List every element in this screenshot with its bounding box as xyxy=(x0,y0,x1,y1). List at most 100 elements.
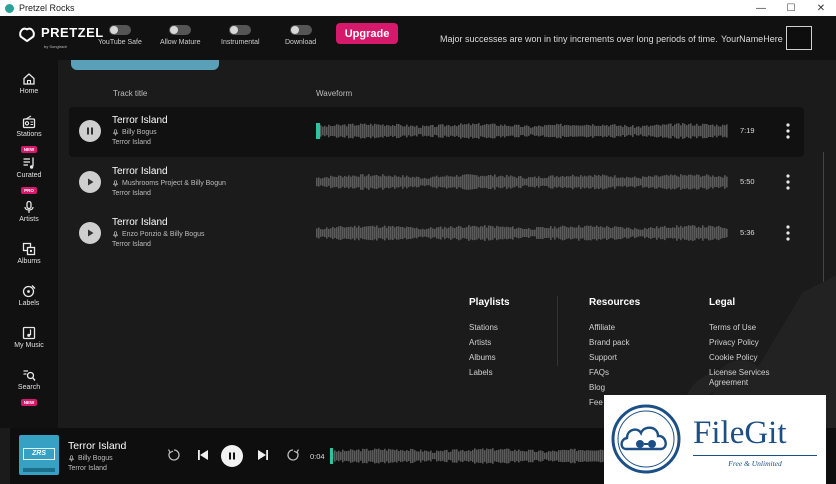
track-title[interactable]: Terror Island xyxy=(112,217,168,228)
track-artist-name[interactable]: Mushrooms Project & Billy Bogun xyxy=(122,180,226,187)
toggle-switch[interactable] xyxy=(108,25,131,35)
footer-link[interactable]: Agreement xyxy=(709,378,769,387)
track-waveform[interactable] xyxy=(316,123,729,139)
track-artist-name[interactable]: Enzo Ponzio & Billy Bogus xyxy=(122,231,205,238)
track-title[interactable]: Terror Island xyxy=(112,166,168,177)
footer-link[interactable]: License Services xyxy=(709,368,769,377)
sidebar-item-stations[interactable]: Stations NEW xyxy=(10,115,48,156)
player-waveform[interactable] xyxy=(330,448,620,464)
now-playing-artist[interactable]: Billy Bogus xyxy=(68,455,113,462)
track-artist[interactable]: Mushrooms Project & Billy Bogun xyxy=(112,180,226,187)
footer-link[interactable]: Stations xyxy=(469,323,510,332)
footer-link[interactable]: Affiliate xyxy=(589,323,640,332)
sidebar-item-label: My Music xyxy=(14,342,44,349)
more-options-icon[interactable] xyxy=(785,173,791,191)
upgrade-button[interactable]: Upgrade xyxy=(336,23,398,44)
toggle-switch[interactable] xyxy=(289,25,312,35)
track-duration: 7:19 xyxy=(740,126,755,135)
player-pause-button[interactable] xyxy=(221,445,243,467)
app-window: Pretzel Rocks — ☐ ✕ PRETZEL by Songtradr… xyxy=(0,0,836,484)
track-artist[interactable]: Enzo Ponzio & Billy Bogus xyxy=(112,231,205,238)
sidebar-item-albums[interactable]: Albums xyxy=(10,242,48,265)
track-play-button[interactable] xyxy=(79,222,101,244)
track-waveform[interactable] xyxy=(316,174,729,190)
now-playing-title[interactable]: Terror Island xyxy=(68,440,126,452)
play-icon xyxy=(88,229,94,237)
footer-link[interactable]: Labels xyxy=(469,368,510,377)
track-album[interactable]: Terror Island xyxy=(112,190,151,197)
track-album[interactable]: Terror Island xyxy=(112,241,151,248)
toggle-instrumental[interactable]: Instrumental xyxy=(221,25,260,46)
toggle-switch[interactable] xyxy=(169,25,192,35)
sidebar-item-label: Curated xyxy=(16,172,42,179)
pause-icon xyxy=(229,452,235,460)
music-note-icon xyxy=(22,326,36,340)
toggle-switch[interactable] xyxy=(229,25,252,35)
previous-track-icon[interactable] xyxy=(196,448,210,462)
mic-icon xyxy=(113,129,118,136)
next-track-icon[interactable] xyxy=(256,448,270,462)
track-play-button[interactable] xyxy=(79,171,101,193)
toggle-allow-mature[interactable]: Allow Mature xyxy=(160,25,200,46)
sidebar-item-artists[interactable]: Artists xyxy=(10,200,48,223)
app-logo-icon xyxy=(5,3,14,13)
column-header-waveform: Waveform xyxy=(316,89,353,98)
track-album[interactable]: Terror Island xyxy=(112,139,151,146)
sidebar-item-curated[interactable]: Curated PRO xyxy=(10,156,48,197)
username[interactable]: YourNameHere xyxy=(721,34,783,44)
footer-link[interactable]: FAQs xyxy=(589,368,640,377)
footer-link[interactable]: Brand pack xyxy=(589,338,640,347)
track-waveform[interactable] xyxy=(316,225,729,241)
toggle-download[interactable]: Download xyxy=(285,25,316,46)
minimize-button[interactable]: — xyxy=(746,0,776,16)
sidebar-item-label: Albums xyxy=(17,258,41,265)
footer-divider xyxy=(557,296,558,366)
footer-link[interactable]: Support xyxy=(589,353,640,362)
new-badge: NEW xyxy=(20,399,38,406)
close-button[interactable]: ✕ xyxy=(806,0,836,16)
track-pause-button[interactable] xyxy=(79,120,101,142)
track-row[interactable]: Terror Island Mushrooms Project & Billy … xyxy=(69,158,804,208)
radio-icon xyxy=(22,115,36,129)
main-content: Track title Waveform Terror Island Billy… xyxy=(58,60,836,428)
sidebar-item-labels[interactable]: Labels xyxy=(10,284,48,307)
track-row[interactable]: Terror Island Enzo Ponzio & Billy Bogus … xyxy=(69,209,804,259)
toggle-label: Allow Mature xyxy=(160,39,201,46)
footer-link[interactable]: Privacy Policy xyxy=(709,338,769,347)
mic-icon xyxy=(113,231,118,238)
maximize-button[interactable]: ☐ xyxy=(776,0,806,16)
now-playing-artist-name[interactable]: Billy Bogus xyxy=(78,455,113,462)
label-icon xyxy=(22,285,36,298)
toggle-youtube-safe[interactable]: YouTube Safe xyxy=(98,25,142,46)
filegit-divider xyxy=(693,455,817,456)
track-artist[interactable]: Billy Bogus xyxy=(112,129,157,136)
sidebar-item-home[interactable]: Home xyxy=(10,72,48,95)
avatar[interactable] xyxy=(786,26,812,50)
footer-link[interactable]: Terms of Use xyxy=(709,323,769,332)
repeat-icon[interactable] xyxy=(286,448,300,462)
track-row[interactable]: Terror Island Billy Bogus Terror Island … xyxy=(69,107,804,157)
logo-text: PRETZEL xyxy=(41,25,104,40)
banner-card[interactable] xyxy=(71,60,219,70)
sidebar: Home Stations NEW Curated PRO Artists Al… xyxy=(0,60,58,428)
track-artist-name[interactable]: Billy Bogus xyxy=(122,129,157,136)
footer-link[interactable]: Cookie Policy xyxy=(709,353,769,362)
more-options-icon[interactable] xyxy=(785,224,791,242)
pretzel-logo[interactable]: PRETZEL xyxy=(18,24,104,42)
now-playing-cover[interactable]: ZRS xyxy=(19,435,59,475)
sidebar-item-search[interactable]: Search NEW xyxy=(10,368,48,409)
sidebar-item-label: Search xyxy=(17,384,41,391)
column-header-title: Track title xyxy=(113,89,148,98)
footer-link[interactable]: Albums xyxy=(469,353,510,362)
replay-icon[interactable] xyxy=(167,448,181,462)
track-title[interactable]: Terror Island xyxy=(112,115,168,126)
footer-link[interactable]: Blog xyxy=(589,383,640,392)
track-duration: 5:36 xyxy=(740,228,755,237)
elapsed-time: 0:04 xyxy=(310,452,325,461)
filegit-name: FileGit xyxy=(693,415,787,451)
more-options-icon[interactable] xyxy=(785,122,791,140)
now-playing-album[interactable]: Terror Island xyxy=(68,465,107,472)
sidebar-item-my-music[interactable]: My Music xyxy=(10,326,48,349)
logo-subtitle: by Songtradr xyxy=(44,44,67,49)
footer-link[interactable]: Artists xyxy=(469,338,510,347)
